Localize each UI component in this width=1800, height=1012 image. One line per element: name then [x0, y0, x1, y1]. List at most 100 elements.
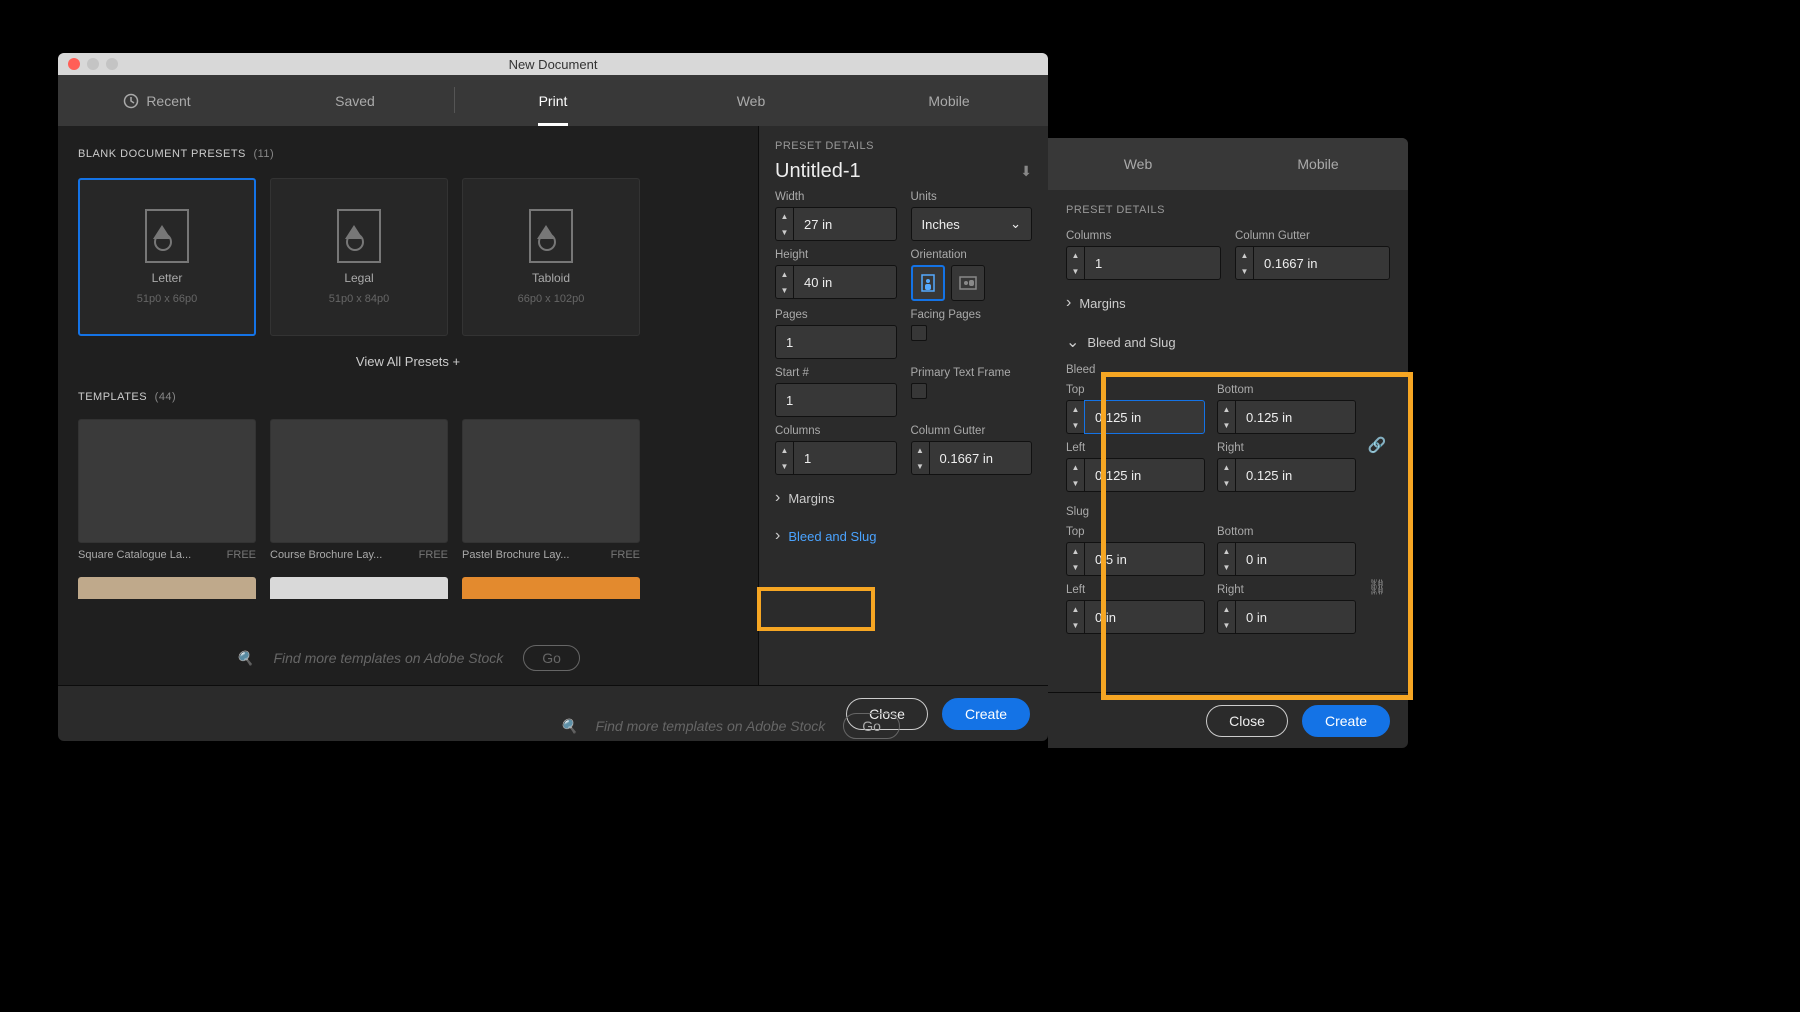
tab-mobile-label: Mobile	[928, 93, 969, 109]
width-input[interactable]: ▲▼27 in	[775, 207, 897, 241]
clock-icon	[123, 93, 139, 109]
pages-value[interactable]: 1	[775, 325, 897, 359]
preset-details-header: PRESET DETAILS	[1066, 204, 1390, 216]
bleed-slug-section[interactable]: Bleed and Slug	[1066, 326, 1390, 358]
go-button[interactable]: Go	[843, 713, 900, 739]
columns-value[interactable]: 1	[793, 441, 897, 475]
template-item[interactable]	[270, 577, 448, 599]
gutter-input[interactable]: ▲▼0.1667 in	[911, 441, 1033, 475]
spin-down-icon[interactable]: ▼	[912, 458, 929, 474]
landscape-icon	[959, 276, 977, 290]
orientation-landscape-button[interactable]	[951, 265, 985, 301]
gutter-input[interactable]: ▲▼0.1667 in	[1235, 246, 1390, 280]
gutter-label: Column Gutter	[911, 425, 1033, 437]
spin-up-icon[interactable]: ▲	[1067, 543, 1084, 559]
dialog-body: BLANK DOCUMENT PRESETS (11) Letter 51p0 …	[58, 126, 1048, 685]
start-value[interactable]: 1	[775, 383, 897, 417]
spin-up-icon[interactable]: ▲	[1067, 401, 1084, 417]
template-tag: FREE	[227, 549, 256, 561]
tab-web-label: Web	[737, 93, 766, 109]
spin-up-icon[interactable]: ▲	[776, 208, 793, 224]
spin-up-icon[interactable]: ▲	[776, 442, 793, 458]
orientation-portrait-button[interactable]	[911, 265, 945, 301]
tab-print[interactable]: Print	[454, 75, 652, 126]
spin-down-icon[interactable]: ▼	[1067, 475, 1084, 491]
spin-down-icon[interactable]: ▼	[1067, 617, 1084, 633]
titlebar: New Document	[58, 53, 1048, 75]
columns-value[interactable]: 1	[1084, 246, 1221, 280]
presets-count: (11)	[253, 148, 274, 160]
facing-pages-checkbox[interactable]	[911, 325, 927, 341]
margins-section[interactable]: Margins	[1066, 288, 1390, 318]
new-document-window: New Document Recent Saved Print Web Mobi…	[58, 53, 1048, 685]
template-item[interactable]	[78, 577, 256, 599]
bleed-slug-section[interactable]: Bleed and Slug	[775, 521, 1032, 551]
columns-input[interactable]: ▲▼1	[1066, 246, 1221, 280]
zoom-window-icon[interactable]	[106, 58, 118, 70]
highlight-bleed-slug-expanded	[1101, 372, 1413, 700]
height-value[interactable]: 40 in	[793, 265, 897, 299]
spin-down-icon[interactable]: ▼	[1067, 263, 1084, 279]
template-item[interactable]: Course Brochure Lay...FREE	[270, 419, 448, 561]
margins-section[interactable]: Margins	[775, 483, 1032, 513]
tab-web[interactable]: Web	[1048, 138, 1228, 190]
stock-search-placeholder[interactable]: Find more templates on Adobe Stock	[595, 718, 825, 734]
spin-up-icon[interactable]: ▲	[912, 442, 929, 458]
spin-up-icon[interactable]: ▲	[1067, 601, 1084, 617]
template-item[interactable]	[462, 577, 640, 599]
spin-down-icon[interactable]: ▼	[776, 224, 793, 240]
spin-down-icon[interactable]: ▼	[776, 282, 793, 298]
preset-legal[interactable]: Legal 51p0 x 84p0	[270, 178, 448, 336]
template-list: Square Catalogue La... FREE Course Brochu…	[78, 419, 738, 561]
units-select[interactable]: Inches⌄	[911, 207, 1033, 241]
start-number-label: Start #	[775, 367, 897, 379]
tab-mobile[interactable]: Mobile	[850, 75, 1048, 126]
spin-up-icon[interactable]: ▲	[1067, 247, 1084, 263]
preset-letter[interactable]: Letter 51p0 x 66p0	[78, 178, 256, 336]
height-input[interactable]: ▲▼40 in	[775, 265, 897, 299]
save-preset-icon[interactable]: ⬇︎	[1020, 163, 1032, 180]
tab-web[interactable]: Web	[652, 75, 850, 126]
close-button[interactable]: Close	[1206, 705, 1288, 737]
width-value[interactable]: 27 in	[793, 207, 897, 241]
spin-down-icon[interactable]: ▼	[776, 458, 793, 474]
template-item[interactable]: Pastel Brochure Lay...FREE	[462, 419, 640, 561]
preset-tabloid[interactable]: Tabloid 66p0 x 102p0	[462, 178, 640, 336]
spin-up-icon[interactable]: ▲	[1067, 459, 1084, 475]
tab-mobile[interactable]: Mobile	[1228, 138, 1408, 190]
facing-pages-label: Facing Pages	[911, 309, 1033, 321]
columns-label: Columns	[775, 425, 897, 437]
document-name-row: Untitled-1 ⬇︎	[775, 160, 1032, 183]
units-label: Units	[911, 191, 1033, 203]
margins-label: Margins	[1079, 296, 1125, 311]
gutter-value[interactable]: 0.1667 in	[929, 441, 1033, 475]
create-button[interactable]: Create	[1302, 705, 1390, 737]
tab-saved[interactable]: Saved	[256, 75, 454, 126]
primary-text-frame-checkbox[interactable]	[911, 383, 927, 399]
stock-search-placeholder[interactable]: Find more templates on Adobe Stock	[273, 650, 503, 666]
view-all-presets[interactable]: View All Presets +	[78, 354, 738, 369]
spin-up-icon[interactable]: ▲	[776, 266, 793, 282]
tab-recent[interactable]: Recent	[58, 75, 256, 126]
preset-size: 66p0 x 102p0	[518, 293, 585, 305]
columns-input[interactable]: ▲▼1	[775, 441, 897, 475]
close-window-icon[interactable]	[68, 58, 80, 70]
preset-size: 51p0 x 84p0	[329, 293, 390, 305]
dialog-footer: Close Create	[1048, 692, 1408, 748]
template-name: Square Catalogue La...	[78, 549, 191, 561]
spin-down-icon[interactable]: ▼	[1067, 559, 1084, 575]
template-item[interactable]: Square Catalogue La... FREE	[78, 419, 256, 561]
spin-up-icon[interactable]: ▲	[1236, 247, 1253, 263]
columns-label: Columns	[1066, 230, 1221, 242]
tab-mobile-label: Mobile	[1297, 156, 1338, 172]
spin-down-icon[interactable]: ▼	[1236, 263, 1253, 279]
gutter-value[interactable]: 0.1667 in	[1253, 246, 1390, 280]
go-button[interactable]: Go	[523, 645, 580, 671]
document-name[interactable]: Untitled-1	[775, 160, 861, 183]
highlight-bleed-slug	[757, 587, 875, 631]
spin-down-icon[interactable]: ▼	[1067, 417, 1084, 433]
pages-input[interactable]: 1	[775, 325, 897, 359]
templates-count: (44)	[155, 391, 177, 403]
minimize-window-icon[interactable]	[87, 58, 99, 70]
start-number-input[interactable]: 1	[775, 383, 897, 417]
